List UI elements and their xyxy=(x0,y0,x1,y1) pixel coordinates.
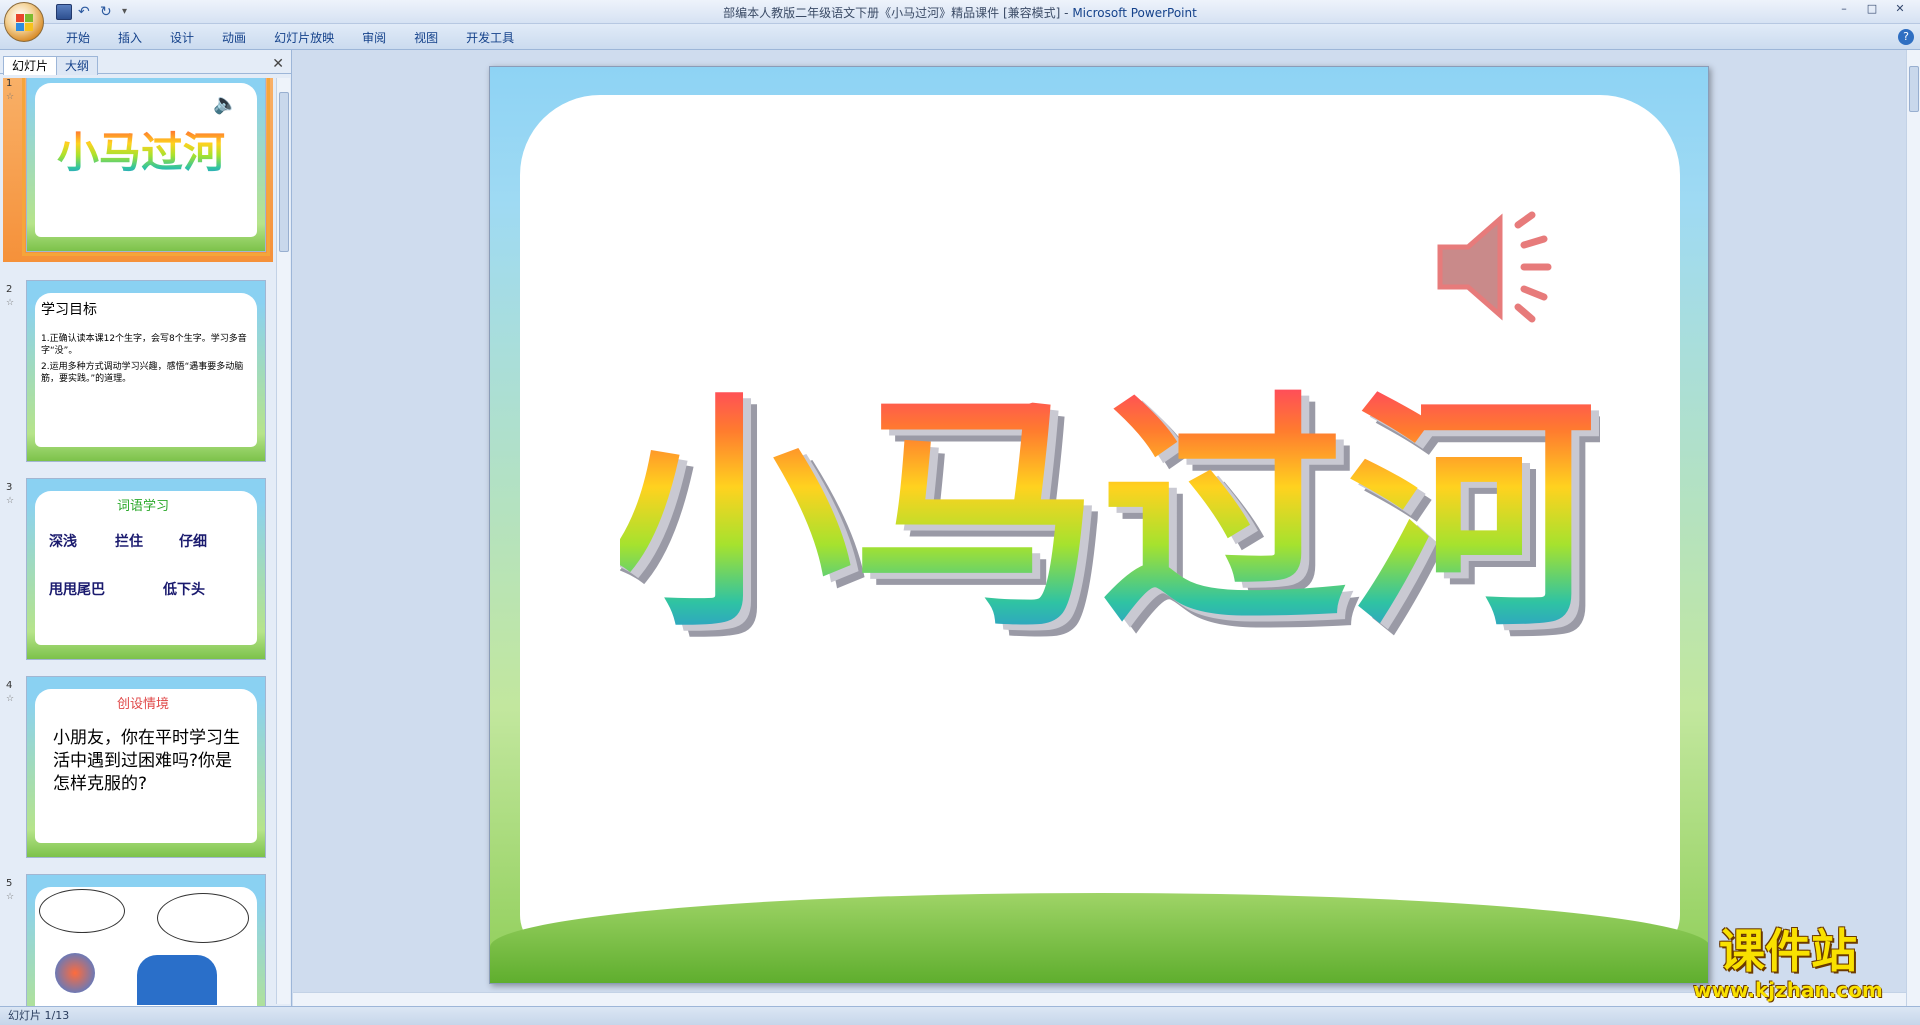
thumb-line: 2.运用多种方式调动学习兴趣，感悟“遇事要多动脑筋，要实践。”的道理。 xyxy=(41,362,244,384)
word: 甩甩尾巴 xyxy=(49,582,105,598)
tab-insert[interactable]: 插入 xyxy=(104,29,156,47)
pane-tabs: 幻灯片 大纲 ✕ xyxy=(0,54,292,75)
close-button[interactable]: ✕ xyxy=(1888,2,1912,18)
animation-star-icon: ☆ xyxy=(6,892,15,902)
close-pane-icon[interactable]: ✕ xyxy=(272,56,284,72)
ribbon-tabs: 开始 插入 设计 动画 幻灯片放映 审阅 视图 开发工具 xyxy=(52,29,528,47)
tab-slideshow[interactable]: 幻灯片放映 xyxy=(260,29,348,47)
slide-thumbnail-5[interactable] xyxy=(26,874,266,1006)
horizontal-scrollbar[interactable] xyxy=(293,992,1906,1006)
title-bar: ↶ ↻ ▾ 部编本人教版二年级语文下册《小马过河》精品课件 [兼容模式] - M… xyxy=(0,0,1920,42)
tab-view[interactable]: 视图 xyxy=(400,29,452,47)
window-title: 部编本人教版二年级语文下册《小马过河》精品课件 [兼容模式] - Microso… xyxy=(0,4,1920,21)
slide-editor: 小马过河 小马过河 小马过河 xyxy=(293,50,1910,1006)
editor-scrollbar[interactable] xyxy=(1906,50,1920,1006)
animation-star-icon: ☆ xyxy=(6,496,15,506)
slide-number: 4 xyxy=(6,680,13,691)
thumb-title: 创设情境 xyxy=(117,697,170,712)
watermark-url: www.kjzhan.com xyxy=(1693,978,1883,1002)
watermark-title: 课件站 xyxy=(1719,924,1857,978)
word: 深浅 xyxy=(49,534,77,550)
animation-star-icon: ☆ xyxy=(6,298,15,308)
maximize-button[interactable]: □ xyxy=(1860,2,1884,18)
slide-title: 小马过河 xyxy=(620,372,1596,660)
tab-outline[interactable]: 大纲 xyxy=(56,56,99,75)
thumb-title: 词语学习 xyxy=(117,499,170,514)
tab-design[interactable]: 设计 xyxy=(156,29,208,47)
animation-star-icon: ☆ xyxy=(6,92,15,102)
slide-thumbnail-2[interactable]: 学习目标 1.正确认读本课12个生字，会写8个生字。学习多音字“没”。 2.运用… xyxy=(26,280,266,462)
window-controls: – □ ✕ xyxy=(1832,2,1912,18)
word: 仔细 xyxy=(179,534,207,550)
document-title: 部编本人教版二年级语文下册《小马过河》精品课件 [兼容模式] - xyxy=(723,6,1073,20)
word: 低下头 xyxy=(163,582,205,598)
thumb-title: 小马过河 xyxy=(57,119,225,180)
thumbnails-scrollbar[interactable] xyxy=(276,78,290,1004)
scrollbar-thumb[interactable] xyxy=(1909,66,1919,112)
slide-counter: 幻灯片 1/13 xyxy=(8,1009,70,1022)
help-icon[interactable]: ? xyxy=(1898,29,1914,45)
slide-thumbnail-3[interactable]: 词语学习 深浅 拦住 仔细 甩甩尾巴 低下头 xyxy=(26,478,266,660)
speech-bubble xyxy=(39,889,125,933)
cartoon-illustration xyxy=(137,955,217,1005)
thumb-content xyxy=(35,491,257,645)
slide-thumbnails: 1 ☆ 小马过河 🔈 2 ☆ 学习目标 1.正确认读本课12个生字，会写8个生字… xyxy=(0,78,276,1006)
slide-number: 3 xyxy=(6,482,13,493)
current-slide[interactable]: 小马过河 小马过河 小马过河 xyxy=(489,66,1709,984)
thumb-title: 学习目标 xyxy=(41,302,97,318)
app-name: Microsoft PowerPoint xyxy=(1072,6,1197,20)
slide-thumbnail-4[interactable]: 创设情境 小朋友，你在平时学习生活中遇到过困难吗?你是怎样克服的? xyxy=(26,676,266,858)
thumb-line: 1.正确认读本课12个生字，会写8个生字。学习多音字“没”。 xyxy=(41,334,247,356)
tab-developer[interactable]: 开发工具 xyxy=(452,29,528,47)
speaker-icon: 🔈 xyxy=(213,91,238,115)
status-bar: 幻灯片 1/13 xyxy=(0,1006,1920,1025)
office-logo-icon xyxy=(16,14,34,32)
minimize-button[interactable]: – xyxy=(1832,2,1856,18)
slide-thumbnail-1[interactable]: 小马过河 🔈 xyxy=(22,78,270,256)
slide-number: 5 xyxy=(6,878,13,889)
tab-review[interactable]: 审阅 xyxy=(348,29,400,47)
office-button[interactable] xyxy=(4,2,44,42)
ribbon: 开始 插入 设计 动画 幻灯片放映 审阅 视图 开发工具 ? xyxy=(0,24,1920,50)
animation-star-icon: ☆ xyxy=(6,694,15,704)
scrollbar-thumb[interactable] xyxy=(279,92,289,252)
watermark-logo: 课件站 www.kjzhan.com xyxy=(1668,924,1908,1004)
tab-home[interactable]: 开始 xyxy=(52,29,104,47)
slide-number: 2 xyxy=(6,284,13,295)
cartoon-illustration xyxy=(55,953,95,993)
slides-pane: 幻灯片 大纲 ✕ 1 ☆ 小马过河 🔈 2 ☆ 学习目标 1.正确认读本课12个… xyxy=(0,50,292,1006)
tab-slides[interactable]: 幻灯片 xyxy=(3,56,58,75)
slide-number: 1 xyxy=(6,78,13,89)
thumb-body: 小朋友，你在平时学习生活中遇到过困难吗?你是怎样克服的? xyxy=(53,728,240,794)
word: 拦住 xyxy=(115,534,143,550)
slide-title-art[interactable]: 小马过河 小马过河 小马过河 xyxy=(620,317,1600,697)
tab-animations[interactable]: 动画 xyxy=(208,29,260,47)
speech-bubble xyxy=(157,893,249,943)
speaker-icon[interactable] xyxy=(1420,207,1570,327)
